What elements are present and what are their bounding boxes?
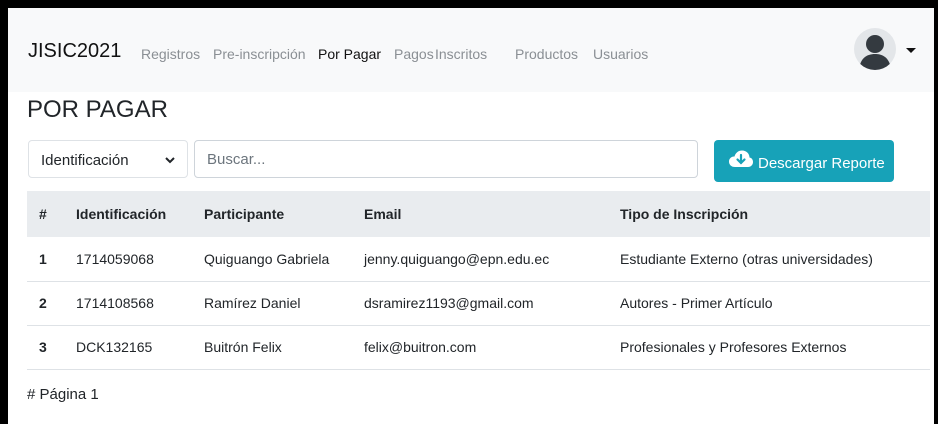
nav-registros[interactable]: Registros [141, 46, 200, 62]
nav-pagos[interactable]: Pagos [394, 46, 434, 62]
payments-table: # Identificación Participante Email Tipo… [27, 191, 930, 370]
cell-tipo-inscripcion: Autores - Primer Artículo [620, 295, 773, 311]
pagination-label: # Página 1 [27, 386, 99, 403]
filter-select[interactable]: Identificación [28, 140, 188, 178]
col-header-participante: Participante [204, 206, 285, 222]
nav-por-pagar[interactable]: Por Pagar [318, 46, 381, 62]
table-header-row: # Identificación Participante Email Tipo… [27, 191, 930, 237]
cell-participante: Buitrón Felix [204, 339, 282, 355]
nav-productos[interactable]: Productos [515, 46, 578, 62]
chevron-down-icon [165, 157, 175, 164]
table-row[interactable]: 1 1714059068 Quiguango Gabriela jenny.qu… [27, 237, 930, 281]
chevron-down-icon[interactable] [906, 48, 916, 53]
search-input[interactable] [194, 140, 698, 178]
cell-email: jenny.quiguango@epn.edu.ec [364, 250, 550, 267]
col-header-identificacion: Identificación [76, 206, 167, 222]
user-avatar-icon[interactable] [854, 28, 896, 70]
filter-select-value: Identificación [41, 152, 129, 169]
nav-usuarios[interactable]: Usuarios [593, 46, 648, 62]
cell-identificacion: 1714059068 [76, 250, 154, 267]
cell-participante: Ramírez Daniel [204, 295, 301, 311]
page-title: POR PAGAR [27, 96, 168, 123]
cell-number: 3 [39, 339, 47, 355]
cell-tipo-inscripcion: Estudiante Externo (otras universidades) [620, 250, 873, 267]
navbar: JISIC2021 Registros Pre-inscripción Por … [8, 8, 934, 92]
cell-number: 2 [39, 295, 47, 311]
download-report-button[interactable]: Descargar Reporte [714, 140, 894, 182]
cell-identificacion: DCK132165 [76, 339, 153, 355]
download-report-label: Descargar Reporte [758, 155, 885, 172]
nav-inscritos[interactable]: Inscritos [435, 46, 487, 62]
cell-email: dsramirez1193@gmail.com [364, 295, 534, 311]
cell-tipo-inscripcion: Profesionales y Profesores Externos [620, 339, 847, 355]
cell-email: felix@buitron.com [364, 339, 477, 355]
cloud-download-icon [729, 150, 753, 167]
nav-pre-inscripcion[interactable]: Pre-inscripción [213, 46, 306, 62]
table-row[interactable]: 3 DCK132165 Buitrón Felix felix@buitron.… [27, 325, 930, 369]
col-header-tipo-inscripcion: Tipo de Inscripción [620, 206, 749, 222]
cell-number: 1 [39, 250, 47, 267]
cell-identificacion: 1714108568 [76, 295, 154, 311]
brand[interactable]: JISIC2021 [28, 40, 121, 63]
col-header-number: # [39, 206, 47, 222]
app-frame: JISIC2021 Registros Pre-inscripción Por … [8, 8, 934, 424]
cell-participante: Quiguango Gabriela [204, 250, 330, 267]
col-header-email: Email [364, 206, 402, 222]
table-row[interactable]: 2 1714108568 Ramírez Daniel dsramirez119… [27, 281, 930, 325]
